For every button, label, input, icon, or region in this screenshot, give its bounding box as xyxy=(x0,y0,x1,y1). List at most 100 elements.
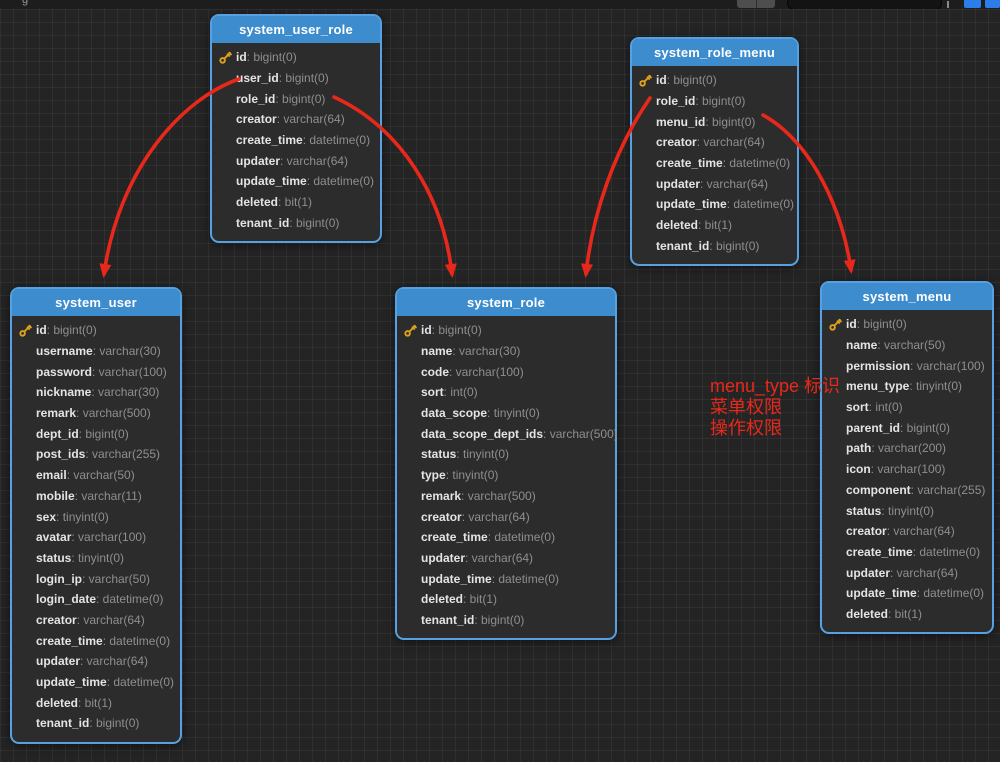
field-row-status[interactable]: status: tinyint(0) xyxy=(397,444,615,465)
field-row-creator[interactable]: creator: varchar(64) xyxy=(822,521,992,542)
field-type: : varchar(64) xyxy=(887,524,955,538)
field-row-updater[interactable]: updater: varchar(64) xyxy=(822,562,992,583)
field-row-component[interactable]: component: varchar(255) xyxy=(822,480,992,501)
field-row-deleted[interactable]: deleted: bit(1) xyxy=(822,604,992,625)
field-row-code[interactable]: code: varchar(100) xyxy=(397,361,615,382)
field-row-update_time[interactable]: update_time: datetime(0) xyxy=(212,171,380,192)
field-row-status[interactable]: status: tinyint(0) xyxy=(822,500,992,521)
field-row-username[interactable]: username: varchar(30) xyxy=(12,341,180,362)
toolbar-segmented-button[interactable] xyxy=(737,0,775,8)
table-system_user_role[interactable]: system_user_role id: bigint(0)user_id: bi… xyxy=(210,14,382,243)
field-row-tenant_id[interactable]: tenant_id: bigint(0) xyxy=(212,213,380,234)
table-title-system_user[interactable]: system_user xyxy=(12,289,180,316)
table-title-system_user_role[interactable]: system_user_role xyxy=(212,16,380,43)
table-system_user[interactable]: system_user id: bigint(0)username: varcha… xyxy=(10,287,182,744)
field-row-permission[interactable]: permission: varchar(100) xyxy=(822,355,992,376)
field-type: : varchar(500) xyxy=(543,427,618,441)
toolbar-blue-button-1[interactable] xyxy=(964,0,981,8)
field-row-deleted[interactable]: deleted: bit(1) xyxy=(397,589,615,610)
field-row-creator[interactable]: creator: varchar(64) xyxy=(632,132,797,153)
field-row-create_time[interactable]: create_time: datetime(0) xyxy=(632,153,797,174)
field-row-id[interactable]: id: bigint(0) xyxy=(12,320,180,341)
field-row-remark[interactable]: remark: varchar(500) xyxy=(397,486,615,507)
field-row-creator[interactable]: creator: varchar(64) xyxy=(397,506,615,527)
field-row-post_ids[interactable]: post_ids: varchar(255) xyxy=(12,444,180,465)
table-system_role[interactable]: system_role id: bigint(0)name: varchar(30… xyxy=(395,287,617,640)
field-row-update_time[interactable]: update_time: datetime(0) xyxy=(397,568,615,589)
field-row-nickname[interactable]: nickname: varchar(30) xyxy=(12,382,180,403)
field-row-create_time[interactable]: create_time: datetime(0) xyxy=(212,130,380,151)
toolbar-search-input[interactable] xyxy=(787,0,942,9)
field-row-updater[interactable]: updater: varchar(64) xyxy=(397,548,615,569)
field-row-parent_id[interactable]: parent_id: bigint(0) xyxy=(822,417,992,438)
table-title-system_role[interactable]: system_role xyxy=(397,289,615,316)
key-cell xyxy=(219,51,236,64)
field-row-create_time[interactable]: create_time: datetime(0) xyxy=(12,630,180,651)
field-name: status xyxy=(36,551,71,565)
field-row-create_time[interactable]: create_time: datetime(0) xyxy=(397,527,615,548)
field-row-password[interactable]: password: varchar(100) xyxy=(12,361,180,382)
field-row-id[interactable]: id: bigint(0) xyxy=(822,314,992,335)
field-row-creator[interactable]: creator: varchar(64) xyxy=(212,109,380,130)
field-type: : varchar(64) xyxy=(462,510,530,524)
segmented-button-left[interactable] xyxy=(737,0,756,8)
field-name: avatar xyxy=(36,530,71,544)
annotation-note[interactable]: menu_type 标识 菜单权限 操作权限 xyxy=(710,376,840,439)
field-row-id[interactable]: id: bigint(0) xyxy=(632,70,797,91)
table-system_menu[interactable]: system_menu id: bigint(0)name: varchar(50… xyxy=(820,281,994,634)
field-name: path xyxy=(846,441,871,455)
field-name: parent_id xyxy=(846,421,900,435)
field-row-login_ip[interactable]: login_ip: varchar(50) xyxy=(12,568,180,589)
field-row-update_time[interactable]: update_time: datetime(0) xyxy=(822,583,992,604)
field-row-login_date[interactable]: login_date: datetime(0) xyxy=(12,589,180,610)
field-row-tenant_id[interactable]: tenant_id: bigint(0) xyxy=(12,713,180,734)
field-type: : varchar(100) xyxy=(910,359,985,373)
field-row-name[interactable]: name: varchar(50) xyxy=(822,335,992,356)
field-row-mobile[interactable]: mobile: varchar(11) xyxy=(12,486,180,507)
field-row-creator[interactable]: creator: varchar(64) xyxy=(12,610,180,631)
field-row-update_time[interactable]: update_time: datetime(0) xyxy=(632,194,797,215)
field-row-data_scope[interactable]: data_scope: tinyint(0) xyxy=(397,403,615,424)
field-type: : datetime(0) xyxy=(492,572,559,586)
table-system_role_menu[interactable]: system_role_menu id: bigint(0)role_id: bi… xyxy=(630,37,799,266)
field-row-tenant_id[interactable]: tenant_id: bigint(0) xyxy=(397,610,615,631)
diagram-canvas[interactable]: system_user_roleid: bigint(0)user_id: bi… xyxy=(0,0,1000,762)
field-row-user_id[interactable]: user_id: bigint(0) xyxy=(212,68,380,89)
field-row-deleted[interactable]: deleted: bit(1) xyxy=(632,215,797,236)
field-row-sort[interactable]: sort: int(0) xyxy=(397,382,615,403)
field-row-type[interactable]: type: tinyint(0) xyxy=(397,465,615,486)
primary-key-icon xyxy=(219,51,232,64)
table-title-system_role_menu[interactable]: system_role_menu xyxy=(632,39,797,66)
field-row-remark[interactable]: remark: varchar(500) xyxy=(12,403,180,424)
field-row-updater[interactable]: updater: varchar(64) xyxy=(632,173,797,194)
field-row-status[interactable]: status: tinyint(0) xyxy=(12,548,180,569)
table-title-system_menu[interactable]: system_menu xyxy=(822,283,992,310)
field-type: : bigint(0) xyxy=(705,115,755,129)
field-type: : datetime(0) xyxy=(307,174,374,188)
field-row-updater[interactable]: updater: varchar(64) xyxy=(12,651,180,672)
field-row-path[interactable]: path: varchar(200) xyxy=(822,438,992,459)
field-row-deleted[interactable]: deleted: bit(1) xyxy=(12,692,180,713)
field-row-role_id[interactable]: role_id: bigint(0) xyxy=(632,91,797,112)
field-type: : varchar(500) xyxy=(461,489,536,503)
field-row-updater[interactable]: updater: varchar(64) xyxy=(212,150,380,171)
field-row-email[interactable]: email: varchar(50) xyxy=(12,465,180,486)
field-row-menu_type[interactable]: menu_type: tinyint(0) xyxy=(822,376,992,397)
field-row-create_time[interactable]: create_time: datetime(0) xyxy=(822,542,992,563)
field-row-sex[interactable]: sex: tinyint(0) xyxy=(12,506,180,527)
field-row-tenant_id[interactable]: tenant_id: bigint(0) xyxy=(632,236,797,257)
toolbar-blue-button-2[interactable] xyxy=(985,0,1000,8)
field-row-menu_id[interactable]: menu_id: bigint(0) xyxy=(632,111,797,132)
field-row-id[interactable]: id: bigint(0) xyxy=(397,320,615,341)
field-row-name[interactable]: name: varchar(30) xyxy=(397,341,615,362)
field-row-dept_id[interactable]: dept_id: bigint(0) xyxy=(12,423,180,444)
segmented-button-right[interactable] xyxy=(757,0,776,8)
field-row-update_time[interactable]: update_time: datetime(0) xyxy=(12,672,180,693)
field-row-icon[interactable]: icon: varchar(100) xyxy=(822,459,992,480)
field-row-data_scope_dept_ids[interactable]: data_scope_dept_ids: varchar(500) xyxy=(397,423,615,444)
field-row-deleted[interactable]: deleted: bit(1) xyxy=(212,192,380,213)
field-row-avatar[interactable]: avatar: varchar(100) xyxy=(12,527,180,548)
field-row-id[interactable]: id: bigint(0) xyxy=(212,47,380,68)
field-row-sort[interactable]: sort: int(0) xyxy=(822,397,992,418)
field-row-role_id[interactable]: role_id: bigint(0) xyxy=(212,88,380,109)
